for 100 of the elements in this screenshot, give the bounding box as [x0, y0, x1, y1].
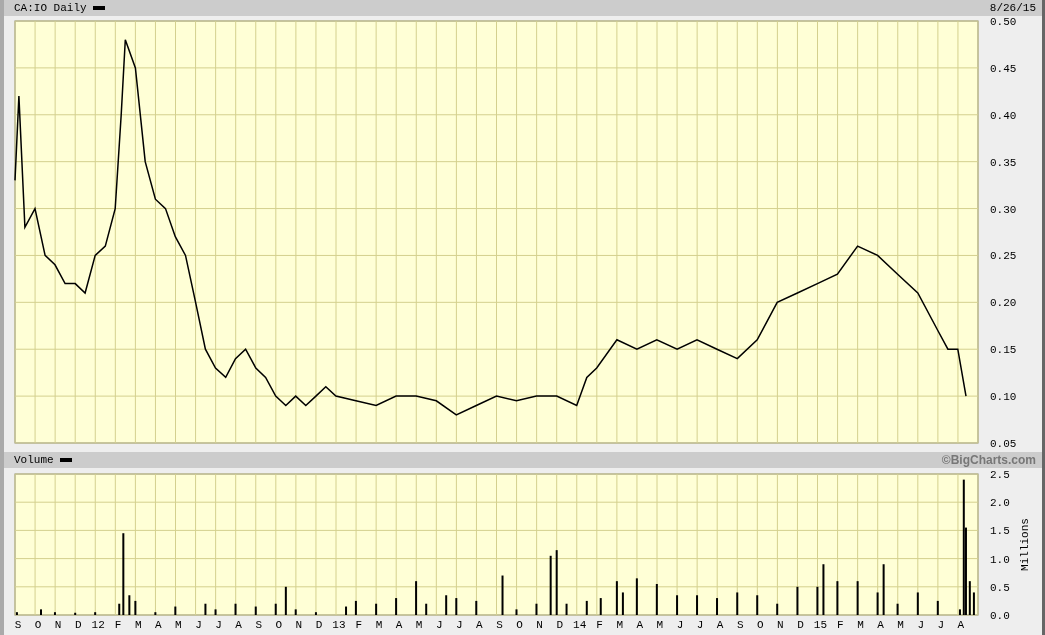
- axis-tick-label: F: [114, 619, 122, 631]
- axis-tick-label: O: [275, 619, 283, 631]
- axis-tick-label: A: [877, 619, 884, 631]
- axis-tick-label: D: [74, 619, 82, 631]
- axis-tick-label: 0.10: [990, 391, 1017, 404]
- axis-tick-label: S: [736, 619, 744, 631]
- axis-tick-label: A: [395, 619, 403, 631]
- axis-tick-label: 0.40: [990, 109, 1017, 122]
- volume-bar: [128, 595, 131, 615]
- axis-tick-label: D: [556, 619, 563, 631]
- volume-bar: [345, 606, 348, 615]
- axis-tick-label: F: [596, 619, 603, 631]
- axis-tick-label: N: [776, 619, 784, 631]
- axis-tick-label: S: [255, 619, 263, 631]
- axis-tick-label: M: [656, 619, 664, 631]
- volume-bar: [445, 595, 448, 615]
- volume-bar: [455, 598, 458, 615]
- axis-tick-label: N: [54, 619, 62, 631]
- axis-tick-label: J: [436, 619, 443, 631]
- volume-bar: [475, 600, 478, 615]
- axis-tick-label: 1.5: [990, 525, 1010, 538]
- volume-bar: [599, 598, 602, 615]
- axis-tick-label: 0.15: [990, 344, 1017, 357]
- axis-tick-label: J: [195, 619, 202, 631]
- axis-tick-label: J: [937, 619, 945, 631]
- volume-bar: [375, 603, 378, 615]
- axis-tick-label: S: [496, 619, 503, 631]
- axis-tick-label: A: [475, 619, 483, 631]
- volume-bar: [876, 592, 879, 615]
- axis-tick-label: 0.05: [990, 438, 1017, 449]
- axis-tick-label: S: [14, 619, 22, 631]
- volume-bar: [74, 612, 77, 615]
- volume-bar: [314, 612, 317, 615]
- volume-bar: [294, 609, 297, 615]
- volume-title: Volume: [14, 454, 54, 466]
- axis-tick-label: O: [34, 619, 42, 631]
- axis-tick-label: N: [295, 619, 302, 631]
- volume-bar: [856, 581, 859, 615]
- axis-tick-label: D: [315, 619, 323, 631]
- volume-bar: [15, 612, 18, 615]
- volume-bar: [716, 598, 719, 615]
- volume-bar: [585, 600, 588, 615]
- axis-tick-label: J: [215, 619, 222, 631]
- axis-tick-label: 15: [813, 619, 827, 631]
- chart-date: 8/26/15: [989, 2, 1036, 14]
- volume-bar: [284, 586, 287, 615]
- axis-tick-label: 0.45: [990, 62, 1017, 75]
- volume-bar: [621, 592, 624, 615]
- axis-tick-label: J: [456, 619, 463, 631]
- axis-tick-label: 0.35: [990, 156, 1017, 169]
- volume-bar: [274, 603, 277, 615]
- axis-tick-label: 1.0: [990, 553, 1010, 566]
- volume-bar: [154, 612, 157, 615]
- axis-tick-label: 0.50: [990, 16, 1017, 28]
- chart-title: CA:IO Daily: [14, 2, 87, 14]
- axis-tick-label: A: [636, 619, 644, 631]
- axis-tick-label: M: [415, 619, 423, 631]
- volume-bar: [94, 612, 97, 615]
- volume-bar: [796, 586, 799, 615]
- legend-swatch-icon: [59, 458, 72, 462]
- axis-tick-label: 14: [573, 619, 587, 631]
- axis-tick-label: A: [716, 619, 724, 631]
- axis-tick-label: 2.0: [990, 497, 1010, 510]
- axis-tick-label: 0.20: [990, 297, 1017, 310]
- axis-tick-label: M: [857, 619, 864, 631]
- volume-bar: [896, 603, 899, 615]
- volume-bar: [822, 564, 825, 615]
- axis-tick-label: F: [837, 619, 844, 631]
- legend-swatch-icon: [92, 6, 105, 10]
- axis-tick-label: A: [235, 619, 242, 631]
- axis-tick-label: J: [696, 619, 704, 631]
- volume-bar: [816, 586, 819, 615]
- volume-bar: [635, 578, 638, 615]
- volume-bar: [515, 609, 518, 615]
- axis-tick-label: O: [756, 619, 764, 631]
- volume-bar: [425, 603, 428, 615]
- axis-tick-label: 13: [332, 619, 346, 631]
- volume-bar: [836, 581, 839, 615]
- axis-tick-label: O: [516, 619, 523, 631]
- volume-bar: [615, 581, 618, 615]
- volume-bar: [736, 592, 739, 615]
- volume-bar: [214, 609, 217, 615]
- volume-bar: [415, 581, 418, 615]
- volume-bar: [535, 603, 538, 615]
- volume-bar: [882, 564, 885, 615]
- axis-tick-label: J: [676, 619, 684, 631]
- axis-tick-label: J: [917, 619, 925, 631]
- volume-bar: [234, 603, 237, 615]
- axis-tick-label: 0.5: [990, 581, 1010, 594]
- axis-title: Millions: [1019, 518, 1031, 571]
- volume-bar: [555, 550, 558, 615]
- axis-tick-label: M: [616, 619, 624, 631]
- axis-tick-label: N: [536, 619, 543, 631]
- copyright-credit: ©BigCharts.com: [941, 453, 1036, 467]
- volume-bar: [756, 595, 759, 615]
- volume-bar: [354, 600, 357, 615]
- volume-bar: [936, 600, 939, 615]
- axis-tick-label: 2.5: [990, 469, 1010, 481]
- volume-bar: [916, 592, 919, 615]
- volume-bar: [53, 612, 56, 615]
